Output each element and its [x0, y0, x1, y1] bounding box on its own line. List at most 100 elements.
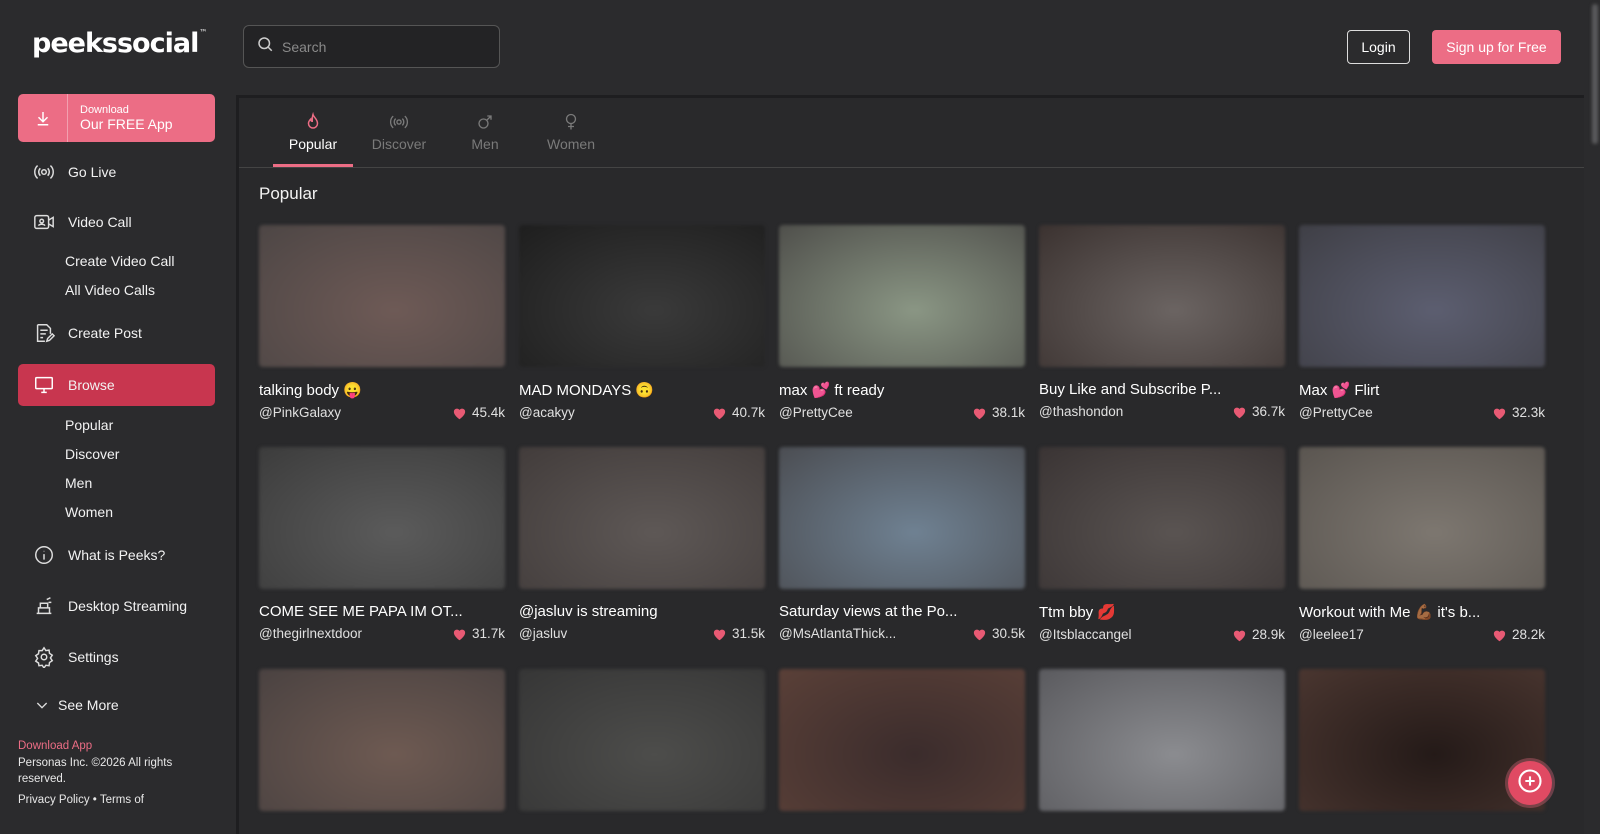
sidebar-subitem-women[interactable]: Women [65, 504, 113, 520]
gear-icon [32, 645, 56, 669]
stream-thumbnail[interactable] [1039, 225, 1285, 367]
tab-popular[interactable]: Popular [273, 111, 353, 152]
stream-likes: 32.3k [1492, 405, 1545, 420]
stream-card[interactable] [259, 669, 505, 811]
stream-title[interactable]: MAD MONDAYS 🙃 [519, 381, 765, 399]
stream-username[interactable]: @thashondon [1039, 404, 1123, 419]
stream-card[interactable]: Saturday views at the Po... @MsAtlantaThi… [779, 447, 1025, 641]
stream-card[interactable] [1039, 669, 1285, 811]
terms-link[interactable]: Terms of [100, 794, 144, 806]
search-bar[interactable] [243, 25, 500, 68]
tab-women[interactable]: Women [531, 112, 611, 152]
stream-thumbnail[interactable] [779, 447, 1025, 589]
stream-card[interactable]: talking body 😛 @PinkGalaxy 45.4k [259, 225, 505, 420]
scrollbar-thumb[interactable] [1592, 4, 1598, 144]
stream-thumbnail[interactable] [259, 669, 505, 811]
stream-thumbnail[interactable] [1039, 447, 1285, 589]
stream-card[interactable] [779, 669, 1025, 811]
sidebar-subitem-create-video-call[interactable]: Create Video Call [65, 253, 174, 269]
stream-title[interactable]: COME SEE ME PAPA IM OT... [259, 603, 505, 620]
stream-likes: 30.5k [972, 626, 1025, 641]
stream-meta: @jasluv 31.5k [519, 626, 765, 641]
privacy-policy-link[interactable]: Privacy Policy [18, 794, 90, 806]
tab-label: Discover [371, 136, 427, 152]
download-big-label: Our FREE App [80, 116, 173, 133]
stream-meta: @acakyy 40.7k [519, 405, 765, 420]
stream-title[interactable]: Saturday views at the Po... [779, 603, 1025, 620]
stream-thumbnail[interactable] [519, 669, 765, 811]
stream-card[interactable]: Workout with Me 💪🏾 it's b... @leelee17 28.… [1299, 447, 1545, 642]
heart-icon [453, 629, 466, 640]
stream-thumbnail[interactable] [1299, 447, 1545, 589]
stream-thumbnail[interactable] [519, 447, 765, 589]
stream-card[interactable]: Max 💕 Flirt @PrettyCee 32.3k [1299, 225, 1545, 420]
stream-card[interactable] [519, 669, 765, 811]
sidebar-item-video-call[interactable]: Video Call [18, 201, 215, 243]
stream-thumbnail[interactable] [1299, 225, 1545, 367]
see-more-label: See More [58, 697, 119, 713]
stream-title[interactable]: max 💕 ft ready [779, 381, 1025, 399]
stream-title[interactable]: talking body 😛 [259, 381, 505, 399]
sidebar-subitem-popular[interactable]: Popular [65, 417, 113, 433]
stream-username[interactable]: @PrettyCee [1299, 405, 1373, 420]
sidebar-item-label: Settings [68, 649, 119, 665]
signup-button[interactable]: Sign up for Free [1432, 30, 1561, 64]
stream-title[interactable]: Workout with Me 💪🏾 it's b... [1299, 603, 1545, 621]
tab-men[interactable]: Men [445, 112, 525, 152]
see-more-toggle[interactable]: See More [34, 697, 119, 713]
stream-likes: 28.2k [1492, 627, 1545, 642]
stream-username[interactable]: @jasluv [519, 626, 567, 641]
sidebar-item-create-post[interactable]: Create Post [18, 312, 215, 354]
search-icon [256, 35, 274, 58]
download-app-button[interactable]: Download Our FREE App [18, 94, 215, 142]
stream-title[interactable]: Buy Like and Subscribe P... [1039, 381, 1285, 398]
heart-icon [713, 629, 726, 640]
sidebar-item-label: Create Post [68, 325, 142, 341]
stream-thumbnail[interactable] [259, 447, 505, 589]
download-app-link[interactable]: Download App [18, 738, 208, 755]
sidebar-subitem-all-video-calls[interactable]: All Video Calls [65, 282, 155, 298]
active-tab-indicator [273, 164, 353, 167]
stream-username[interactable]: @MsAtlantaThick... [779, 626, 896, 641]
heart-icon [1233, 407, 1246, 418]
sidebar-item-what-is-peeks[interactable]: What is Peeks? [18, 534, 215, 576]
sidebar-item-desktop-streaming[interactable]: Desktop Streaming [18, 585, 215, 627]
stream-card[interactable]: @jasluv is streaming @jasluv 31.5k [519, 447, 765, 641]
stream-username[interactable]: @PrettyCee [779, 405, 853, 420]
brand-logo[interactable]: peekssocial™ [32, 28, 207, 59]
stream-thumbnail[interactable] [779, 669, 1025, 811]
sidebar-item-settings[interactable]: Settings [18, 636, 215, 678]
sidebar-subitem-discover[interactable]: Discover [65, 446, 119, 462]
stream-meta: @PrettyCee 32.3k [1299, 405, 1545, 420]
stream-title[interactable]: @jasluv is streaming [519, 603, 765, 620]
tab-discover[interactable]: Discover [359, 112, 439, 152]
stream-username[interactable]: @PinkGalaxy [259, 405, 341, 420]
stream-username[interactable]: @acakyy [519, 405, 575, 420]
stream-thumbnail[interactable] [519, 225, 765, 367]
stream-meta: @Itsblaccangel 28.9k [1039, 627, 1285, 642]
stream-card[interactable]: Buy Like and Subscribe P... @thashondon 36… [1039, 225, 1285, 419]
sidebar-subitem-men[interactable]: Men [65, 475, 92, 491]
page-scrollbar[interactable] [1590, 0, 1600, 834]
stream-thumbnail[interactable] [259, 225, 505, 367]
sidebar-item-label: Desktop Streaming [68, 598, 188, 614]
stream-thumbnail[interactable] [779, 225, 1025, 367]
sidebar-item-browse[interactable]: Browse [18, 364, 215, 406]
download-small-label: Download [80, 103, 129, 116]
sidebar-item-go-live[interactable]: Go Live [18, 151, 215, 193]
stream-title[interactable]: Max 💕 Flirt [1299, 381, 1545, 399]
stream-card[interactable]: COME SEE ME PAPA IM OT... @thegirlnextdoo… [259, 447, 505, 641]
create-button[interactable] [1508, 761, 1552, 805]
stream-title[interactable]: Ttm bby 💋 [1039, 603, 1285, 621]
stream-meta: @thashondon 36.7k [1039, 404, 1285, 419]
stream-username[interactable]: @thegirlnextdoor [259, 626, 362, 641]
login-button[interactable]: Login [1347, 30, 1410, 64]
search-input[interactable] [282, 38, 492, 55]
stream-card[interactable]: Ttm bby 💋 @Itsblaccangel 28.9k [1039, 447, 1285, 642]
stream-thumbnail[interactable] [1039, 669, 1285, 811]
stream-username[interactable]: @leelee17 [1299, 627, 1364, 642]
stream-card[interactable]: MAD MONDAYS 🙃 @acakyy 40.7k [519, 225, 765, 420]
category-tabs: Popular Discover Men Women [239, 98, 1584, 168]
stream-card[interactable]: max 💕 ft ready @PrettyCee 38.1k [779, 225, 1025, 420]
stream-username[interactable]: @Itsblaccangel [1039, 627, 1132, 642]
